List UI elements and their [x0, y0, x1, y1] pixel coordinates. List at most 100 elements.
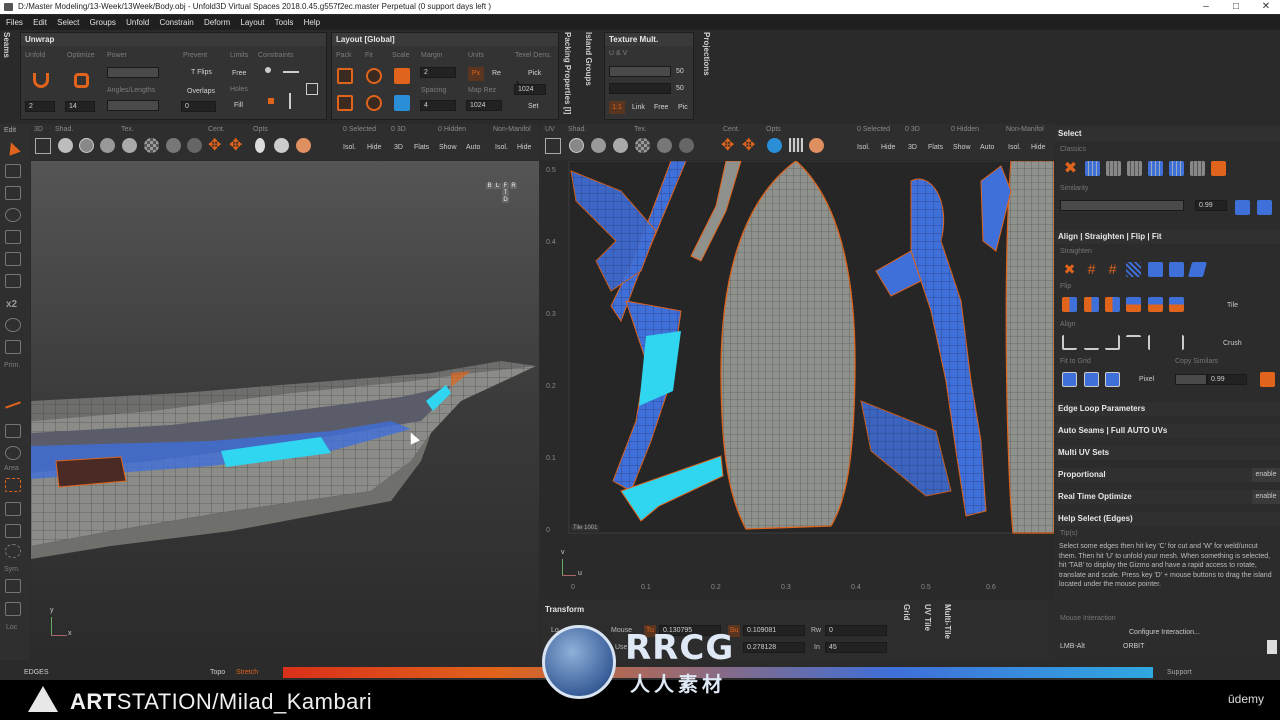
- pack-2-button[interactable]: [337, 95, 353, 111]
- edge-mode-icon[interactable]: [5, 186, 21, 200]
- island-mode-icon[interactable]: [5, 208, 21, 222]
- uv-isol-button[interactable]: Isol.: [857, 144, 870, 151]
- bulb-icon[interactable]: [255, 138, 265, 153]
- uv-isol-2-button[interactable]: Isol.: [1008, 144, 1021, 151]
- fit-grid-3-icon[interactable]: [1105, 372, 1120, 387]
- pixel-button[interactable]: Pixel: [1139, 376, 1154, 383]
- select-shrink-icon[interactable]: [1148, 161, 1163, 176]
- align-top-icon[interactable]: [1126, 335, 1141, 350]
- center-2-icon[interactable]: ✥: [229, 138, 242, 154]
- one-to-one-button[interactable]: 1:1: [609, 101, 625, 114]
- copy-slider[interactable]: [1175, 374, 1207, 385]
- spacing-field[interactable]: 4: [420, 100, 456, 111]
- scale-button[interactable]: [394, 68, 410, 84]
- proportional-enable[interactable]: enable: [1252, 468, 1280, 482]
- tab-uv-tile[interactable]: UV Tile: [923, 604, 932, 631]
- object-mode-icon[interactable]: [5, 252, 21, 266]
- uv-shading-wire-icon[interactable]: [569, 138, 584, 153]
- orbit-value[interactable]: ORBIT: [1123, 643, 1144, 650]
- sphere-icon[interactable]: [274, 138, 289, 153]
- shading-solid-icon[interactable]: [58, 138, 73, 153]
- viewcube-f[interactable]: F: [502, 183, 509, 189]
- viewcube-d[interactable]: D: [502, 197, 509, 203]
- menu-groups[interactable]: Groups: [90, 15, 116, 30]
- flip-v-4-icon[interactable]: [1169, 297, 1184, 312]
- margin-field[interactable]: 2: [420, 67, 456, 78]
- texture-icon[interactable]: [122, 138, 137, 153]
- face-mode-icon[interactable]: [5, 230, 21, 244]
- tab-projections[interactable]: Projections: [702, 32, 711, 76]
- menu-constrain[interactable]: Constrain: [159, 15, 193, 30]
- straighten-diagonal-icon[interactable]: [1126, 262, 1141, 277]
- stretch-button[interactable]: Stretch: [236, 666, 258, 679]
- rw-field[interactable]: 0: [825, 625, 887, 636]
- align-bottom-icon[interactable]: [1084, 335, 1099, 350]
- straighten-grid-icon[interactable]: #: [1084, 262, 1099, 277]
- close-icon[interactable]: ✕: [1252, 0, 1280, 14]
- menu-tools[interactable]: Tools: [275, 15, 294, 30]
- viewcube-b[interactable]: B: [486, 183, 493, 189]
- multi-uv-sets-section[interactable]: Multi UV Sets: [1055, 446, 1280, 460]
- viewcube-r[interactable]: R: [510, 183, 517, 189]
- t-flips-toggle[interactable]: T Flips: [191, 69, 212, 76]
- checker-icon[interactable]: [144, 138, 159, 153]
- uv-material-icon[interactable]: [809, 138, 824, 153]
- flip-v-2-icon[interactable]: [1126, 297, 1141, 312]
- free-button-tm[interactable]: Free: [654, 104, 668, 111]
- menu-edit[interactable]: Edit: [33, 15, 47, 30]
- axis-constraint-icon[interactable]: [306, 83, 318, 95]
- tab-island-groups[interactable]: Island Groups: [584, 32, 593, 86]
- texture-3-icon[interactable]: [187, 138, 202, 153]
- scale-2-button[interactable]: [394, 95, 410, 111]
- fit-grid-icon[interactable]: [1062, 372, 1077, 387]
- real-time-enable[interactable]: enable: [1252, 490, 1280, 504]
- uv-hide-2-button[interactable]: Hide: [1031, 144, 1045, 151]
- free-button[interactable]: Free: [232, 70, 246, 77]
- scroll-arrows-icon[interactable]: [1267, 640, 1277, 654]
- straighten-tile-icon[interactable]: [1148, 262, 1163, 277]
- x2-icon[interactable]: x2: [6, 299, 17, 310]
- uv-show-button[interactable]: Show: [953, 144, 971, 151]
- menu-layout[interactable]: Layout: [240, 15, 264, 30]
- units-field[interactable]: 1024: [514, 84, 546, 95]
- menu-select[interactable]: Select: [57, 15, 79, 30]
- viewport-3d[interactable]: B L F R T D y x: [31, 161, 539, 660]
- shading-mix-icon[interactable]: [100, 138, 115, 153]
- globe-icon[interactable]: [5, 446, 21, 460]
- uv-flats-button[interactable]: Flats: [928, 144, 943, 151]
- pic-button[interactable]: Pic: [678, 104, 688, 111]
- edge-constraint-icon[interactable]: [283, 71, 299, 73]
- vertical-constraint-icon[interactable]: [289, 93, 291, 109]
- edge-loop-parameters[interactable]: Edge Loop Parameters: [1055, 402, 1280, 416]
- overlaps-toggle[interactable]: Overlaps: [187, 88, 215, 95]
- viewcube[interactable]: B L F R T D: [486, 183, 518, 205]
- uv-sync-icon[interactable]: [767, 138, 782, 153]
- select-overlap-icon[interactable]: [1211, 161, 1226, 176]
- straighten-tile-2-icon[interactable]: [1169, 262, 1184, 277]
- deselect-icon[interactable]: ✖: [1063, 161, 1078, 177]
- select-arrow-icon[interactable]: [5, 140, 21, 156]
- straighten-tile-3-icon[interactable]: [1187, 262, 1208, 277]
- material-icon[interactable]: [296, 138, 311, 153]
- fill-button[interactable]: Fill: [234, 102, 243, 109]
- area-select-icon[interactable]: [5, 478, 21, 492]
- in-field[interactable]: 45: [825, 642, 887, 653]
- optimize-iterations[interactable]: 14: [65, 101, 95, 112]
- similarity-field[interactable]: 0.99: [1195, 200, 1227, 211]
- menu-deform[interactable]: Deform: [204, 15, 230, 30]
- flip-v-3-icon[interactable]: [1148, 297, 1163, 312]
- tab-multi-tile[interactable]: Multi-Tile: [943, 604, 952, 639]
- flip-v-icon[interactable]: [1084, 297, 1099, 312]
- grow-icon[interactable]: [5, 274, 21, 288]
- overlaps-field[interactable]: 0: [181, 101, 216, 112]
- vertex-mode-icon[interactable]: [5, 164, 21, 178]
- viewcube-t[interactable]: T: [502, 190, 509, 196]
- flip-u-icon[interactable]: [1062, 297, 1077, 312]
- pin-icon[interactable]: [265, 67, 271, 73]
- locator-icon[interactable]: [5, 602, 21, 616]
- vp3d-isol-2-button[interactable]: Isol.: [495, 144, 508, 151]
- uv-center-2-icon[interactable]: ✥: [742, 138, 755, 154]
- map-rez-field[interactable]: 1024: [466, 100, 502, 111]
- vp3d-hide-button[interactable]: Hide: [367, 144, 381, 151]
- px-toggle[interactable]: Px: [468, 67, 484, 81]
